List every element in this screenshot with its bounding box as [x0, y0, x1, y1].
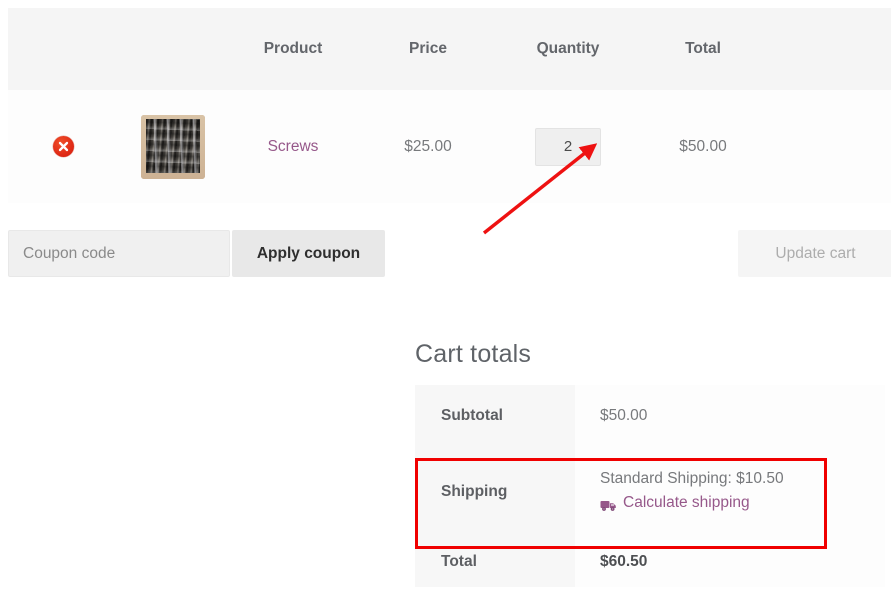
cell-total: $50.00	[638, 90, 768, 203]
cell-price: $25.00	[358, 90, 498, 203]
column-header-thumbnail	[118, 8, 228, 90]
cart-table-head: Product Price Quantity Total	[8, 8, 891, 90]
table-row: Screws $25.00 2 $50.00	[8, 90, 891, 203]
coupon-code-input[interactable]	[8, 230, 230, 277]
apply-coupon-button[interactable]: Apply coupon	[232, 230, 385, 277]
calculate-shipping-link[interactable]: Calculate shipping	[600, 491, 750, 515]
shipping-row: Shipping Standard Shipping: $10.50 Calcu…	[415, 447, 885, 537]
thumbnail-highlight	[146, 118, 200, 173]
column-header-spacer	[768, 8, 891, 90]
remove-item-icon[interactable]	[52, 136, 74, 157]
cart-items-table: Product Price Quantity Total Screws $25.…	[8, 8, 891, 203]
product-line-total: $50.00	[679, 137, 727, 155]
column-header-remove	[8, 8, 118, 90]
shipping-label: Shipping	[415, 447, 575, 537]
subtotal-row: Subtotal $50.00	[415, 385, 885, 447]
column-header-price: Price	[409, 40, 447, 57]
cart-actions-row: Apply coupon Update cart	[8, 230, 891, 279]
product-name-link[interactable]: Screws	[268, 138, 319, 155]
shipping-method-text: Standard Shipping: $10.50	[600, 469, 784, 487]
cell-thumbnail	[118, 90, 228, 203]
column-header-total: Total	[685, 40, 721, 57]
order-total-value: $60.50	[575, 537, 885, 587]
subtotal-label: Subtotal	[415, 385, 575, 447]
quantity-input[interactable]: 2	[535, 127, 601, 166]
product-price: $25.00	[404, 137, 452, 155]
order-total-label: Total	[415, 537, 575, 587]
subtotal-value: $50.00	[575, 385, 885, 447]
product-thumbnail-image[interactable]	[141, 114, 205, 179]
calculate-shipping-label: Calculate shipping	[623, 493, 750, 511]
cell-spacer	[768, 90, 891, 203]
column-header-quantity: Quantity	[536, 40, 600, 57]
shipping-value-cell: Standard Shipping: $10.50 Calculate ship…	[575, 447, 885, 537]
column-header-product: Product	[263, 40, 323, 57]
cart-table-header-row: Product Price Quantity Total	[8, 8, 891, 90]
update-cart-button[interactable]: Update cart	[738, 230, 891, 277]
cart-totals-section: Cart totals Subtotal $50.00 Shipping Sta…	[415, 340, 885, 587]
cell-product: Screws	[228, 90, 358, 203]
cart-table-body: Screws $25.00 2 $50.00	[8, 90, 891, 203]
cell-quantity: 2	[498, 90, 638, 203]
cart-totals-table: Subtotal $50.00 Shipping Standard Shippi…	[415, 385, 885, 587]
cart-totals-heading: Cart totals	[415, 340, 532, 368]
cell-remove	[8, 90, 118, 203]
order-total-row: Total $60.50	[415, 537, 885, 587]
delivery-truck-icon	[600, 496, 617, 512]
